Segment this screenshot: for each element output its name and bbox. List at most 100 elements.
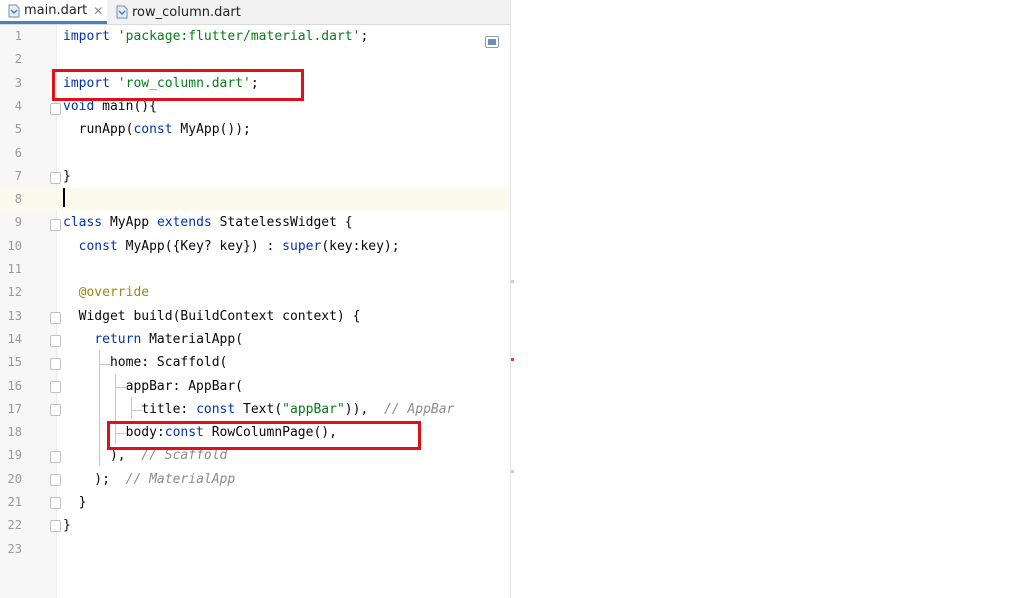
code-token: ); [63,472,126,487]
code-line[interactable]: runApp(const MyApp()); [63,118,251,141]
dart-file-icon [116,5,128,19]
code-token: main(){ [102,99,157,114]
pane-divider-mark [511,470,514,473]
code-line[interactable]: @override [63,281,149,304]
line-number[interactable]: 3 [0,72,22,95]
fold-marker-icon[interactable] [50,404,61,416]
dart-file-icon [8,4,20,18]
indent-guide [131,397,132,419]
code-token: MaterialApp( [149,332,244,347]
line-number[interactable]: 10 [0,235,22,258]
code-token: appBar: AppBar( [63,379,244,394]
code-line[interactable]: appBar: AppBar( [63,375,243,398]
line-number[interactable]: 18 [0,421,22,444]
current-line-highlight [0,188,510,211]
code-token: home: Scaffold( [63,355,228,370]
line-number[interactable]: 19 [0,444,22,467]
code-token: } [63,518,71,533]
code-token: (key:key); [321,239,400,254]
tab-label: main.dart [24,3,88,18]
line-number[interactable]: 12 [0,281,22,304]
code-token: const [196,402,244,417]
code-line[interactable]: title: const Text("appBar")), // AppBar [63,398,454,421]
close-tab-icon[interactable]: ✕ [93,4,103,18]
fold-marker-icon[interactable] [50,381,61,393]
fold-marker-icon[interactable] [50,520,61,532]
code-token: MyApp()); [180,122,251,137]
code-token: "appBar" [282,402,345,417]
fold-marker-icon[interactable] [50,358,61,370]
code-token: StatelessWidget { [219,215,353,230]
code-token: Widget build(BuildContext context) { [63,309,361,324]
code-token: super [282,239,322,254]
line-number[interactable]: 13 [0,305,22,328]
code-token: // Scaffold [141,448,228,463]
code-line[interactable]: Widget build(BuildContext context) { [63,305,361,328]
code-token: return [94,332,150,347]
code-line[interactable]: home: Scaffold( [63,351,227,374]
line-number[interactable]: 5 [0,118,22,141]
line-number[interactable]: 23 [0,538,22,561]
code-line[interactable]: import 'package:flutter/material.dart'; [63,25,368,48]
code-token: ), [63,448,142,463]
fold-marker-icon[interactable] [50,474,61,486]
line-number[interactable]: 8 [0,188,22,211]
line-number[interactable]: 6 [0,142,22,165]
fold-marker-icon[interactable] [50,451,61,463]
line-number[interactable]: 7 [0,165,22,188]
line-number[interactable]: 1 [0,25,22,48]
fold-marker-icon[interactable] [50,312,61,324]
line-number[interactable]: 4 [0,95,22,118]
line-number[interactable]: 20 [0,468,22,491]
code-token: runApp( [63,122,134,137]
indent-guide [115,387,127,388]
code-token: } [63,495,87,510]
pane-divider-mark [511,358,514,361]
code-token: class [63,215,110,230]
code-line[interactable]: class MyApp extends StatelessWidget { [63,211,353,234]
code-token: title: [63,402,197,417]
fold-marker-icon[interactable] [50,172,61,184]
code-token: ; [360,29,369,44]
code-line[interactable]: } [63,165,71,188]
fold-marker-icon[interactable] [50,219,61,231]
indent-guide [99,350,100,466]
editor-tab-bar: main.dart ✕ row_column.dart [0,0,510,25]
code-line[interactable]: ); // MaterialApp [63,468,235,491]
code-line[interactable]: return MaterialApp( [63,328,243,351]
line-number[interactable]: 9 [0,211,22,234]
code-token: MyApp [109,215,157,230]
code-token: @override [63,285,150,300]
code-token: void [63,99,103,114]
fold-marker-icon[interactable] [50,335,61,347]
code-line[interactable]: } [63,491,87,514]
code-token: import [63,29,118,44]
line-number[interactable]: 22 [0,514,22,537]
line-number[interactable]: 16 [0,375,22,398]
highlight-box-body [107,421,421,450]
tab-row-column-dart[interactable]: row_column.dart [108,0,248,24]
fold-marker-icon[interactable] [50,497,61,509]
indent-guide [99,364,111,365]
code-token: extends [156,215,220,230]
highlight-box-import [52,69,304,101]
code-token: const [78,239,126,254]
line-number[interactable]: 17 [0,398,22,421]
line-number[interactable]: 11 [0,258,22,281]
tab-main-dart[interactable]: main.dart ✕ [0,0,107,24]
code-token: // MaterialApp [125,472,236,487]
fold-marker-icon[interactable] [50,103,61,115]
line-number[interactable]: 2 [0,48,22,71]
reader-mode-icon[interactable] [485,33,499,52]
code-line[interactable]: const MyApp({Key? key}) : super(key:key)… [63,235,400,258]
code-line[interactable]: } [63,514,71,537]
indent-guide [131,410,143,411]
code-editor[interactable]: main.dart ✕ row_column.dart 1 import 'pac… [0,0,510,598]
line-number[interactable]: 14 [0,328,22,351]
text-caret [63,188,65,207]
line-number[interactable]: 15 [0,351,22,374]
line-number[interactable]: 21 [0,491,22,514]
code-token: const [133,122,181,137]
